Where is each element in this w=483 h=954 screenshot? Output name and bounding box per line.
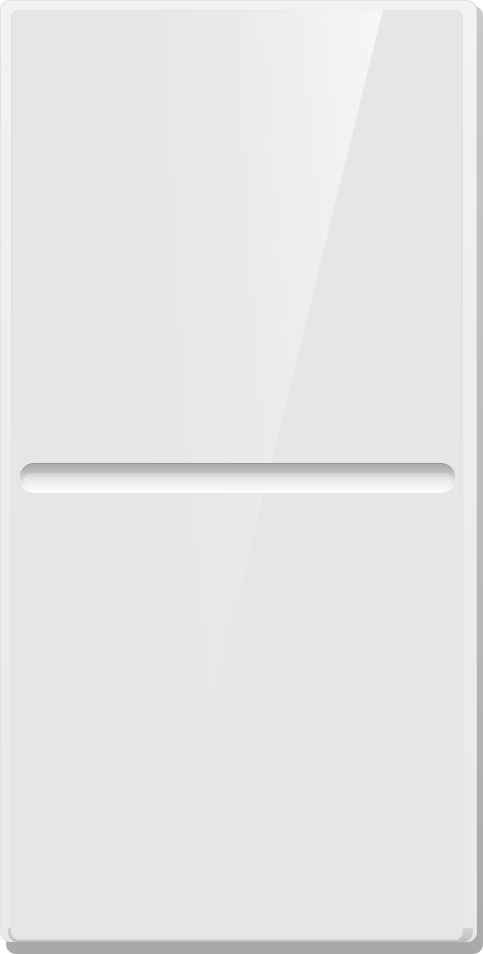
panel-divider-inner [24,473,451,487]
panel-divider-slot [20,463,455,492]
stage [0,0,483,954]
